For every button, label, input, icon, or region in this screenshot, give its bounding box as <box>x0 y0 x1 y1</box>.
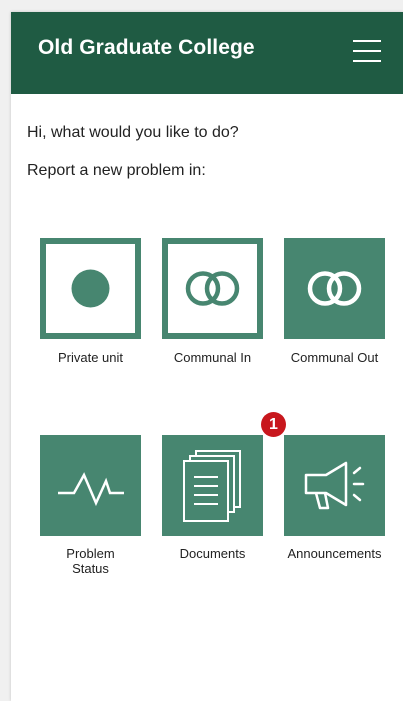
megaphone-icon <box>304 461 365 510</box>
overlap-circles-icon <box>307 271 362 306</box>
tile-documents[interactable] <box>162 435 263 536</box>
hamburger-menu-icon[interactable] <box>351 38 383 64</box>
activity-icon <box>58 472 124 507</box>
tile-label: Announcements <box>287 546 382 561</box>
dot-icon <box>71 269 110 308</box>
tile-label: Communal In <box>173 350 252 365</box>
report-prompt: Report a new problem in: <box>27 162 206 179</box>
overlap-circles-icon <box>185 271 240 306</box>
tile-label: Private unit <box>57 350 124 365</box>
greeting-text: Hi, what would you like to do? <box>27 124 239 141</box>
app-header: Old Graduate College <box>11 12 403 94</box>
tile-label: Communal Out <box>290 350 379 365</box>
tile-label: Problem Status <box>66 546 115 576</box>
documents-icon <box>183 450 241 522</box>
tile-private-unit[interactable] <box>40 238 141 339</box>
notification-badge: 1 <box>261 412 286 437</box>
app-title: Old Graduate College <box>38 36 255 59</box>
tile-label: Documents <box>179 546 246 561</box>
tile-communal-in[interactable] <box>162 238 263 339</box>
tile-announcements[interactable] <box>284 435 385 536</box>
tile-communal-out[interactable] <box>284 238 385 339</box>
tile-problem-status[interactable] <box>40 435 141 536</box>
